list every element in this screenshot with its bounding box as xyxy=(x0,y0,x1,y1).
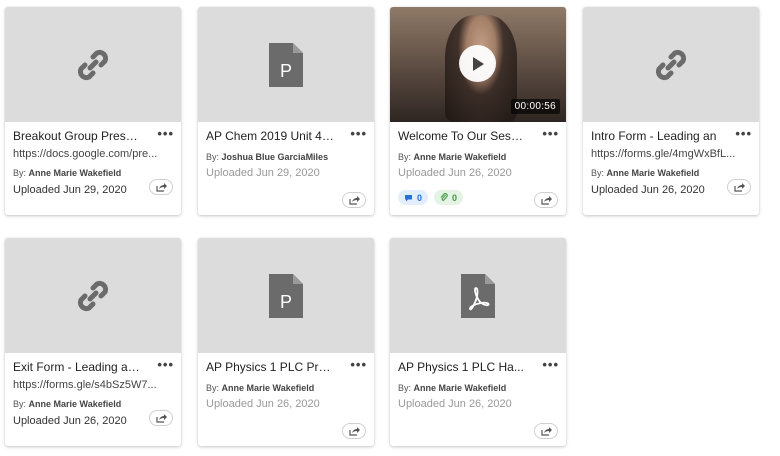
card-thumbnail[interactable] xyxy=(5,7,181,122)
file-letter: P xyxy=(280,292,292,312)
share-icon xyxy=(733,182,745,192)
resource-card[interactable]: Breakout Group Present ••• https://docs.… xyxy=(5,7,181,215)
resource-card[interactable]: Exit Form - Leading an E ••• https://for… xyxy=(5,238,181,446)
upload-date: Uploaded Jun 26, 2020 xyxy=(13,415,127,427)
by-label: By: xyxy=(398,152,412,162)
author-name: Anne Marie Wakefield xyxy=(221,383,315,393)
comment-icon xyxy=(405,194,412,201)
share-icon xyxy=(348,195,360,205)
card-title[interactable]: Intro Form - Leading an xyxy=(591,129,719,143)
card-url[interactable]: https://forms.gle/s4bSz5W7... xyxy=(13,379,173,391)
card-author: By: Anne Marie Wakefield xyxy=(13,399,121,409)
powerpoint-file-icon: P xyxy=(269,42,303,87)
resource-card[interactable]: Intro Form - Leading an ••• https://form… xyxy=(583,7,759,215)
share-button[interactable] xyxy=(149,179,173,195)
more-options-button[interactable]: ••• xyxy=(542,127,559,140)
share-button[interactable] xyxy=(342,192,366,208)
more-options-button[interactable]: ••• xyxy=(542,358,559,371)
card-thumbnail[interactable] xyxy=(5,238,181,353)
powerpoint-file-icon: P xyxy=(269,273,303,318)
share-icon xyxy=(348,426,360,436)
play-button[interactable] xyxy=(459,45,496,82)
card-author: By: Anne Marie Wakefield xyxy=(591,168,699,178)
attachments-badge[interactable]: 0 xyxy=(434,190,464,205)
resource-card[interactable]: P AP Chem 2019 Unit 4.... ••• By: Joshua… xyxy=(198,7,374,215)
upload-date: Uploaded Jun 26, 2020 xyxy=(398,167,512,179)
card-url[interactable]: https://forms.gle/4mgWxBfL... xyxy=(591,148,751,160)
more-options-button[interactable]: ••• xyxy=(157,358,174,371)
upload-date: Uploaded Jun 29, 2020 xyxy=(13,184,127,196)
more-options-button[interactable]: ••• xyxy=(735,127,752,140)
resource-card[interactable]: AP Physics 1 PLC Ha... ••• By: Anne Mari… xyxy=(390,238,566,446)
link-icon xyxy=(77,280,109,311)
share-icon xyxy=(155,413,167,423)
link-icon xyxy=(77,49,109,80)
comments-badge[interactable]: 0 xyxy=(398,190,429,205)
share-button[interactable] xyxy=(149,410,173,426)
upload-date: Uploaded Jun 29, 2020 xyxy=(206,167,320,179)
upload-date: Uploaded Jun 26, 2020 xyxy=(591,184,705,196)
card-author: By: Anne Marie Wakefield xyxy=(206,383,314,393)
author-name: Anne Marie Wakefield xyxy=(28,399,122,409)
author-name: Anne Marie Wakefield xyxy=(413,152,507,162)
card-thumbnail[interactable]: P xyxy=(198,7,374,122)
author-name: Joshua Blue GarciaMiles xyxy=(221,152,329,162)
share-button[interactable] xyxy=(342,423,366,439)
by-label: By: xyxy=(13,399,27,409)
engagement-badges: 0 0 xyxy=(398,190,464,205)
by-label: By: xyxy=(398,383,412,393)
share-button[interactable] xyxy=(534,423,558,439)
card-title[interactable]: Exit Form - Leading an E xyxy=(13,360,141,374)
by-label: By: xyxy=(206,383,220,393)
more-options-button[interactable]: ••• xyxy=(350,358,367,371)
share-icon xyxy=(540,426,552,436)
video-thumbnail[interactable]: 00:00:56 xyxy=(390,7,566,122)
more-options-button[interactable]: ••• xyxy=(350,127,367,140)
play-icon xyxy=(472,56,484,71)
resource-card[interactable]: P AP Physics 1 PLC Pre... ••• By: Anne M… xyxy=(198,238,374,446)
card-title[interactable]: Welcome To Our Sess... xyxy=(398,129,526,143)
share-icon xyxy=(540,195,552,205)
card-author: By: Anne Marie Wakefield xyxy=(13,168,121,178)
by-label: By: xyxy=(13,168,27,178)
resource-card[interactable]: 00:00:56 Welcome To Our Sess... ••• By: … xyxy=(390,7,566,215)
card-thumbnail[interactable] xyxy=(390,238,566,353)
card-title[interactable]: AP Chem 2019 Unit 4.... xyxy=(206,129,334,143)
card-title[interactable]: AP Physics 1 PLC Ha... xyxy=(398,360,526,374)
share-button[interactable] xyxy=(727,179,751,195)
author-name: Anne Marie Wakefield xyxy=(606,168,700,178)
card-author: By: Anne Marie Wakefield xyxy=(398,383,506,393)
more-options-button[interactable]: ••• xyxy=(157,127,174,140)
file-letter: P xyxy=(280,61,292,81)
card-title[interactable]: Breakout Group Present xyxy=(13,129,141,143)
share-button[interactable] xyxy=(534,192,558,208)
upload-date: Uploaded Jun 26, 2020 xyxy=(398,398,512,410)
comment-count: 0 xyxy=(417,192,423,203)
by-label: By: xyxy=(206,152,220,162)
link-icon xyxy=(655,49,687,80)
share-icon xyxy=(155,182,167,192)
pdf-file-icon xyxy=(461,273,495,318)
card-author: By: Anne Marie Wakefield xyxy=(398,152,506,162)
card-title[interactable]: AP Physics 1 PLC Pre... xyxy=(206,360,334,374)
author-name: Anne Marie Wakefield xyxy=(28,168,122,178)
card-thumbnail[interactable]: P xyxy=(198,238,374,353)
card-url[interactable]: https://docs.google.com/pre... xyxy=(13,148,173,160)
attachment-count: 0 xyxy=(452,192,458,203)
by-label: By: xyxy=(591,168,605,178)
video-duration: 00:00:56 xyxy=(510,99,560,114)
paperclip-icon xyxy=(440,193,448,201)
card-author: By: Joshua Blue GarciaMiles xyxy=(206,152,328,162)
card-thumbnail[interactable] xyxy=(583,7,759,122)
author-name: Anne Marie Wakefield xyxy=(413,383,507,393)
upload-date: Uploaded Jun 26, 2020 xyxy=(206,398,320,410)
